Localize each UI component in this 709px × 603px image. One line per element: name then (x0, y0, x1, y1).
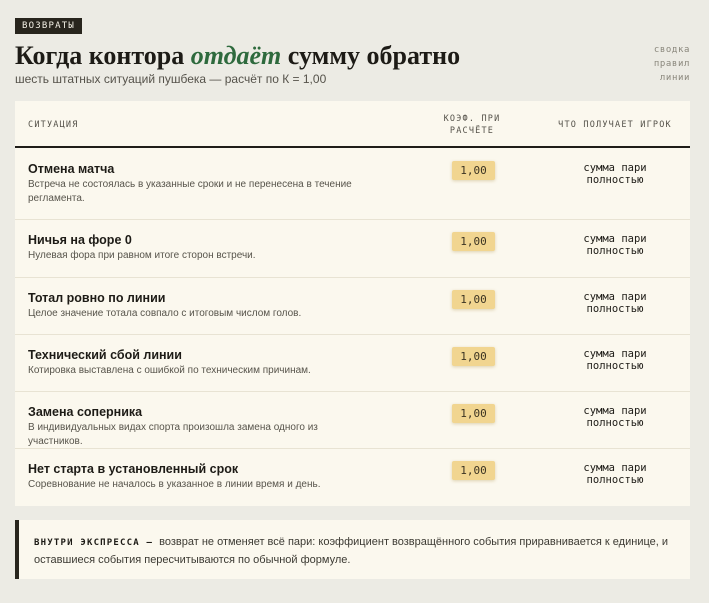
player-gets: сумма пари полностью (543, 233, 687, 257)
section-tag: ВОЗВРАТЫ (15, 18, 82, 34)
title-accent: отдаёт (190, 41, 282, 70)
header-coefficient-line-1: КОЭФ. ПРИ (443, 114, 501, 124)
table-row: Ничья на форе 0 Нулевая фора при равном … (15, 220, 690, 278)
note-label: ВНУТРИ ЭКСПРЕССА — (34, 538, 154, 548)
summary-link-line-3[interactable]: линии (654, 71, 690, 85)
row-title: Ничья на форе 0 (28, 233, 132, 247)
row-title: Замена соперника (28, 405, 143, 419)
player-gets-line-2: полностью (586, 474, 644, 486)
coefficient-badge: 1,00 (452, 290, 495, 309)
title-before: Когда контора (15, 41, 191, 70)
player-gets-line-1: сумма пари (583, 348, 647, 360)
summary-link-line-1[interactable]: сводка (654, 43, 690, 57)
header-coefficient: КОЭФ. ПРИ РАСЧЁТЕ (424, 113, 520, 137)
header-situation: СИТУАЦИЯ (28, 120, 79, 130)
row-description: Котировка выставлена с ошибкой по технич… (28, 365, 311, 376)
row-description: Нулевая фора при равном итоге сторон вст… (28, 250, 256, 261)
row-description: Целое значение тотала совпало с итоговым… (28, 308, 302, 319)
player-gets: сумма пари полностью (543, 291, 687, 315)
player-gets-line-2: полностью (586, 303, 644, 315)
table-row: Тотал ровно по линии Целое значение тота… (15, 278, 690, 335)
coefficient-badge: 1,00 (452, 404, 495, 423)
row-title: Нет старта в установленный срок (28, 462, 239, 476)
player-gets: сумма пари полностью (543, 162, 687, 186)
coefficient-badge: 1,00 (452, 347, 495, 366)
player-gets-line-2: полностью (586, 174, 644, 186)
player-gets-line-2: полностью (586, 360, 644, 372)
coefficient-badge: 1,00 (452, 161, 495, 180)
player-gets-line-1: сумма пари (583, 462, 647, 474)
coefficient-badge: 1,00 (452, 461, 495, 480)
summary-link-line-2[interactable]: правил (654, 57, 690, 71)
player-gets: сумма пари полностью (543, 405, 687, 429)
table-row: Технический сбой линии Котировка выставл… (15, 335, 690, 392)
row-description: Встреча не состоялась в указанные сроки … (28, 179, 352, 204)
table-row: Нет старта в установленный срок Соревнов… (15, 449, 690, 506)
row-description: Соревнование не началось в указанное в л… (28, 479, 321, 490)
player-gets-line-1: сумма пари (583, 405, 647, 417)
table-row: Замена соперника В индивидуальных видах … (15, 392, 690, 449)
row-title: Отмена матча (28, 162, 115, 176)
header-player-gets: ЧТО ПОЛУЧАЕТ ИГРОК (558, 120, 672, 130)
summary-link[interactable]: сводка правил линии (654, 43, 690, 85)
coefficient-badge: 1,00 (452, 232, 495, 251)
player-gets-line-2: полностью (586, 417, 644, 429)
page-title: Когда контора отдаёт сумму обратно (15, 40, 460, 72)
row-description: В индивидуальных видах спорта произошла … (28, 422, 318, 447)
express-note: ВНУТРИ ЭКСПРЕССА — возврат не отменяет вс… (15, 520, 690, 579)
player-gets-line-1: сумма пари (583, 162, 647, 174)
player-gets-line-1: сумма пари (583, 291, 647, 303)
player-gets-line-1: сумма пари (583, 233, 647, 245)
page-subtitle: шесть штатных ситуаций пушбека — расчёт … (15, 72, 327, 86)
player-gets: сумма пари полностью (543, 348, 687, 372)
header-coefficient-line-2: РАСЧЁТЕ (449, 126, 495, 136)
row-title: Тотал ровно по линии (28, 291, 166, 305)
title-after: сумму обратно (281, 41, 461, 70)
row-title: Технический сбой линии (28, 348, 182, 362)
player-gets: сумма пари полностью (543, 462, 687, 486)
table-row: Отмена матча Встреча не состоялась в ука… (15, 149, 690, 220)
refund-table: СИТУАЦИЯ КОЭФ. ПРИ РАСЧЁТЕ ЧТО ПОЛУЧАЕТ … (15, 101, 690, 506)
player-gets-line-2: полностью (586, 245, 644, 257)
table-header: СИТУАЦИЯ КОЭФ. ПРИ РАСЧЁТЕ ЧТО ПОЛУЧАЕТ … (15, 101, 690, 148)
